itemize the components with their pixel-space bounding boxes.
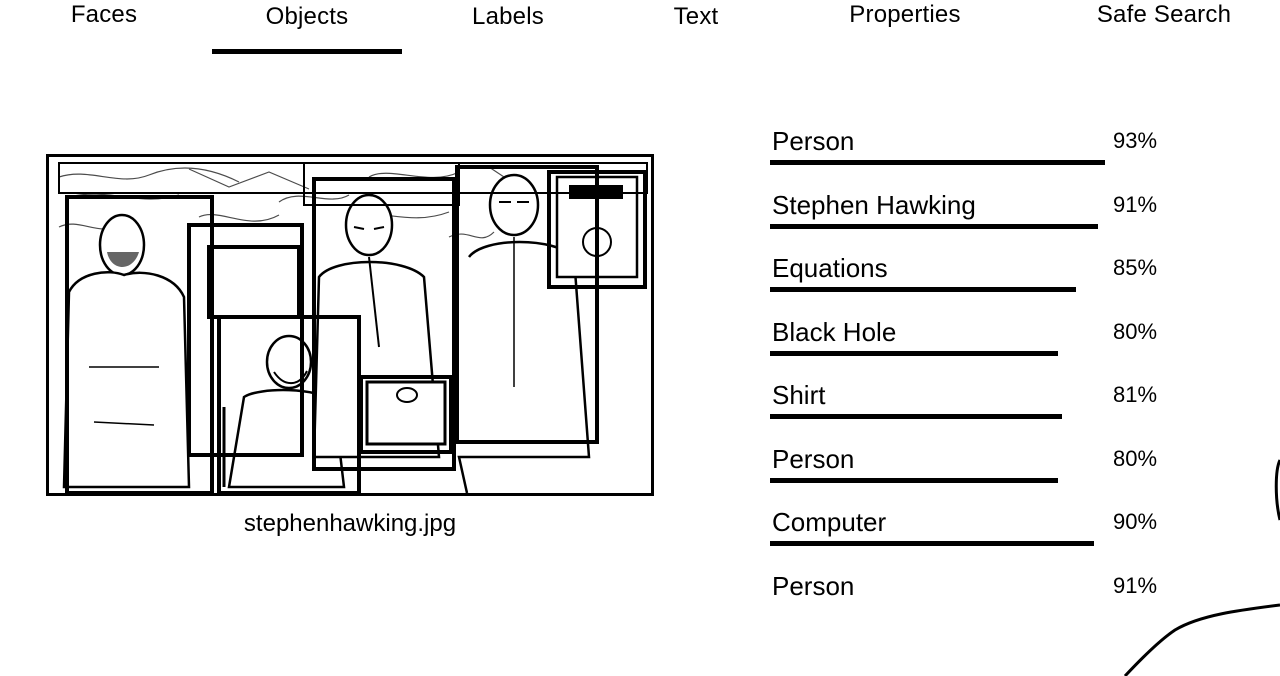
result-label: Black Hole [772,316,897,347]
tab-objects[interactable]: Objects [212,0,402,56]
analyzed-image [46,154,654,496]
result-score: 93% [1113,128,1158,153]
computer-object [365,380,447,446]
bbox-whiteboard [207,245,301,319]
result-row: Shirt 81% [770,376,1170,440]
result-bar [770,223,1098,229]
result-label: Person [772,570,855,601]
result-row: Person 80% [770,440,1170,504]
result-label: Stephen Hawking [772,189,976,220]
tab-label: Text [673,3,719,30]
tab-label: Safe Search [1096,1,1232,28]
result-score: 91% [1113,191,1158,217]
active-tab-indicator [212,49,402,54]
result-bar [770,414,1062,419]
result-label: Shirt [772,380,826,410]
result-bar [770,477,1058,483]
result-row: Person 93% [770,122,1170,186]
detection-image-svg [58,162,648,493]
result-score: 81% [1113,382,1158,407]
result-row: Black Hole 80% [770,313,1170,377]
tab-faces[interactable]: Faces [58,0,150,56]
result-label: Equations [772,253,888,283]
result-row: Computer 90% [770,503,1170,567]
result-bar [770,287,1076,292]
result-label: Computer [772,507,887,537]
result-row: Person 91% [770,567,1170,631]
image-filename: stephenhawking.jpg [243,510,457,537]
result-row: Stephen Hawking 91% [770,186,1170,250]
result-score: 85% [1113,255,1158,280]
result-bar [770,350,1058,356]
tab-labels[interactable]: Labels [452,0,564,56]
result-bar [770,541,1094,546]
result-row: Equations 85% [770,249,1170,313]
results-list: Person 93% Stephen Hawking 91% Equations… [770,122,1170,630]
result-bar [770,160,1105,165]
tab-label: Objects [265,3,349,30]
result-label: Person [772,443,855,474]
tab-bar: Faces Objects Labels Text Properties Saf… [0,0,1280,56]
person-left [62,213,191,489]
vision-demo-page: Faces Objects Labels Text Properties Saf… [0,0,1280,676]
result-score: 80% [1113,318,1158,344]
tab-label: Labels [472,3,544,30]
result-label: Person [772,126,855,156]
decorative-curve [1123,459,1280,676]
tab-properties[interactable]: Properties [830,0,980,56]
tab-safe-search[interactable]: Safe Search [1084,0,1244,56]
tab-label: Properties [849,1,961,28]
tab-label: Faces [70,1,138,28]
tab-text[interactable]: Text [652,0,740,56]
